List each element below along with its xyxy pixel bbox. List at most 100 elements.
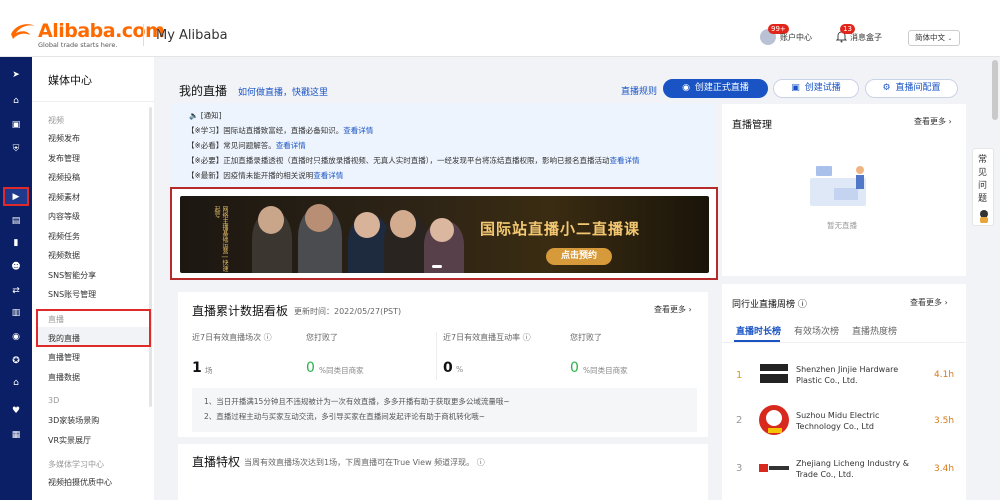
stat-value: 0 <box>306 360 315 376</box>
stat-value: 1 <box>192 360 202 376</box>
carousel-indicator[interactable] <box>432 265 442 268</box>
page-scrollbar[interactable] <box>992 60 998 120</box>
briefcase-icon[interactable]: ▦ <box>10 429 22 441</box>
globe-icon[interactable]: ◉ <box>10 331 22 343</box>
tab-sessions-rank[interactable]: 有效场次榜 <box>794 324 839 337</box>
page-header-title: My Alibaba <box>156 28 228 43</box>
stats-more-link[interactable]: 查看更多 › <box>654 304 692 315</box>
live-course-banner[interactable]: 网络主播基础运营 | 快速起号 国际站直播小二直播课 点击预约 <box>180 196 709 273</box>
company-name[interactable]: Zhejiang Licheng Industry & Trade Co., L… <box>796 458 916 480</box>
how-to-live-link[interactable]: 如何做直播，快戳这里 <box>238 85 328 98</box>
tab-duration-rank[interactable]: 直播时长榜 <box>736 324 781 337</box>
menu-item-live-manage[interactable]: 直播管理 <box>48 352 80 363</box>
host-face <box>430 218 454 242</box>
video-icon: ▣ <box>791 83 800 93</box>
create-formal-live-button[interactable]: ◉ 创建正式直播 <box>663 79 768 98</box>
leaderboard-more-label: 查看更多 <box>910 298 942 307</box>
notice-detail-link[interactable]: 查看详情 <box>343 126 373 135</box>
menu-item-sns-accounts[interactable]: SNS账号管理 <box>48 289 96 300</box>
language-label: 简体中文 <box>915 33 945 42</box>
shield-icon[interactable]: ⛨ <box>10 143 22 155</box>
menu-item-vr-showroom[interactable]: VR实景展厅 <box>48 435 91 446</box>
bank-icon[interactable]: ⌂ <box>10 377 22 389</box>
message-box[interactable]: 13 消息盒子 <box>836 24 896 47</box>
help-circle-icon[interactable]: ⓘ <box>520 333 531 342</box>
privilege-desc-text: 当周有效直播场次达到1场，下周直播可在True View 频道浮现。 <box>244 458 475 467</box>
menu-item-video-tasks[interactable]: 视频任务 <box>48 231 80 242</box>
create-formal-live-label: 创建正式直播 <box>694 83 749 93</box>
stat-unit: 场 <box>205 366 213 375</box>
empty-state-text: 暂无直播 <box>827 221 857 230</box>
live-management-more-link[interactable]: 查看更多 › <box>914 116 952 127</box>
menu-item-video-submit[interactable]: 视频投稿 <box>48 172 80 183</box>
banner-book-button[interactable]: 点击预约 <box>546 248 612 265</box>
side-menu-scrollbar[interactable] <box>149 107 152 407</box>
tip-line: 1、当日开播满15分钟且不违规被计为一次有效直播，多多开播有助于获取更多公域流量… <box>204 397 510 406</box>
privilege-title: 直播特权 <box>192 455 241 469</box>
menu-item-content-level[interactable]: 内容等级 <box>48 211 80 222</box>
assistant-icon <box>980 210 988 223</box>
icon-rail: ➤ ⌂ ▣ ⛨ ▶ ▤ ▮ ☻ ⇄ ▥ ◉ ✪ ⌂ ♥ ▦ <box>0 57 32 500</box>
tab-heat-rank[interactable]: 直播热度榜 <box>852 324 897 337</box>
record-icon: ◉ <box>682 83 690 93</box>
company-logo[interactable] <box>758 404 790 436</box>
heart-icon[interactable]: ♥ <box>10 405 22 417</box>
notice-detail-link[interactable]: 查看详情 <box>610 156 640 165</box>
host-face <box>258 206 284 234</box>
notice-head: 🔈 [通知] <box>189 110 222 121</box>
menu-group-live: 直播 <box>48 315 64 324</box>
chevron-down-icon: ⌄ <box>947 35 953 42</box>
rank-value: 3.5h <box>934 416 955 426</box>
live-rules-link[interactable]: 直播规则 <box>621 84 657 97</box>
users-icon[interactable]: ☻ <box>10 261 22 273</box>
menu-group-3d: 3D <box>48 396 60 405</box>
chat-icon[interactable]: ▤ <box>10 215 22 227</box>
menu-item-publish-manage[interactable]: 发布管理 <box>48 153 80 164</box>
faq-float-button[interactable]: 常见问题 <box>972 148 994 226</box>
side-menu-title: 媒体中心 <box>48 74 92 87</box>
company-logo[interactable] <box>758 452 790 484</box>
stats-title: 直播累计数据看板 <box>192 304 289 318</box>
menu-item-video-center[interactable]: 视频拍摄优质中心 <box>48 477 112 488</box>
help-circle-icon[interactable]: ⓘ <box>261 333 272 342</box>
alibaba-logo[interactable]: Alibaba.com Global trade starts here. <box>8 20 165 50</box>
stat-unit: % <box>456 365 464 374</box>
help-circle-icon[interactable]: ⓘ <box>798 300 807 310</box>
doc-icon[interactable]: ▥ <box>10 307 22 319</box>
rank-value: 3.4h <box>934 464 955 474</box>
help-circle-icon[interactable]: ⓘ <box>474 458 485 467</box>
live-privilege-card <box>178 444 708 500</box>
arrows-icon[interactable]: ⇄ <box>10 285 22 297</box>
badge-icon[interactable]: ✪ <box>10 355 22 367</box>
banner-vertical-text: 网络主播基础运营 | 快速起号 <box>213 206 228 272</box>
company-name[interactable]: Suzhou Midu Electric Technology Co., Ltd <box>796 410 916 432</box>
leaderboard-more-link[interactable]: 查看更多 › <box>910 297 948 308</box>
create-test-live-button[interactable]: ▣ 创建试播 <box>773 79 859 98</box>
chart-icon[interactable]: ▮ <box>10 237 22 249</box>
menu-item-video-publish[interactable]: 视频发布 <box>48 133 80 144</box>
menu-item-live-data[interactable]: 直播数据 <box>48 372 80 383</box>
tab-divider <box>722 342 966 343</box>
company-logo[interactable] <box>758 358 790 390</box>
stat-value: 0 <box>570 360 579 376</box>
notice-detail-link[interactable]: 查看详情 <box>313 171 343 180</box>
media-icon[interactable]: ▶ <box>10 191 22 203</box>
menu-item-video-assets[interactable]: 视频素材 <box>48 192 80 203</box>
menu-item-3d-home[interactable]: 3D家装场景购 <box>48 415 99 426</box>
box-icon[interactable]: ▣ <box>10 119 22 131</box>
menu-item-my-live[interactable]: 我的直播 <box>48 333 80 344</box>
stat-label-text: 近7日有效直播场次 <box>192 333 262 342</box>
notice-line-text: 【※最新】因疫情未能开播的相关说明 <box>187 171 314 180</box>
company-name[interactable]: Shenzhen Jinjie Hardware Plastic Co., Lt… <box>796 364 916 386</box>
live-room-config-button[interactable]: ⚙ 直播间配置 <box>865 79 958 98</box>
notice-detail-link[interactable]: 查看详情 <box>276 141 306 150</box>
menu-item-sns-share[interactable]: SNS智能分享 <box>48 270 96 281</box>
home-icon[interactable]: ⌂ <box>10 95 22 107</box>
gear-icon: ⚙ <box>882 83 891 93</box>
language-select[interactable]: 简体中文 ⌄ <box>908 30 960 46</box>
send-icon[interactable]: ➤ <box>10 69 22 81</box>
menu-item-video-data[interactable]: 视频数据 <box>48 250 80 261</box>
menu-group-learning: 多媒体学习中心 <box>48 460 104 469</box>
stat-unit: %同类目商家 <box>319 366 364 375</box>
account-center[interactable]: 99+ 账户中心 <box>760 24 818 47</box>
